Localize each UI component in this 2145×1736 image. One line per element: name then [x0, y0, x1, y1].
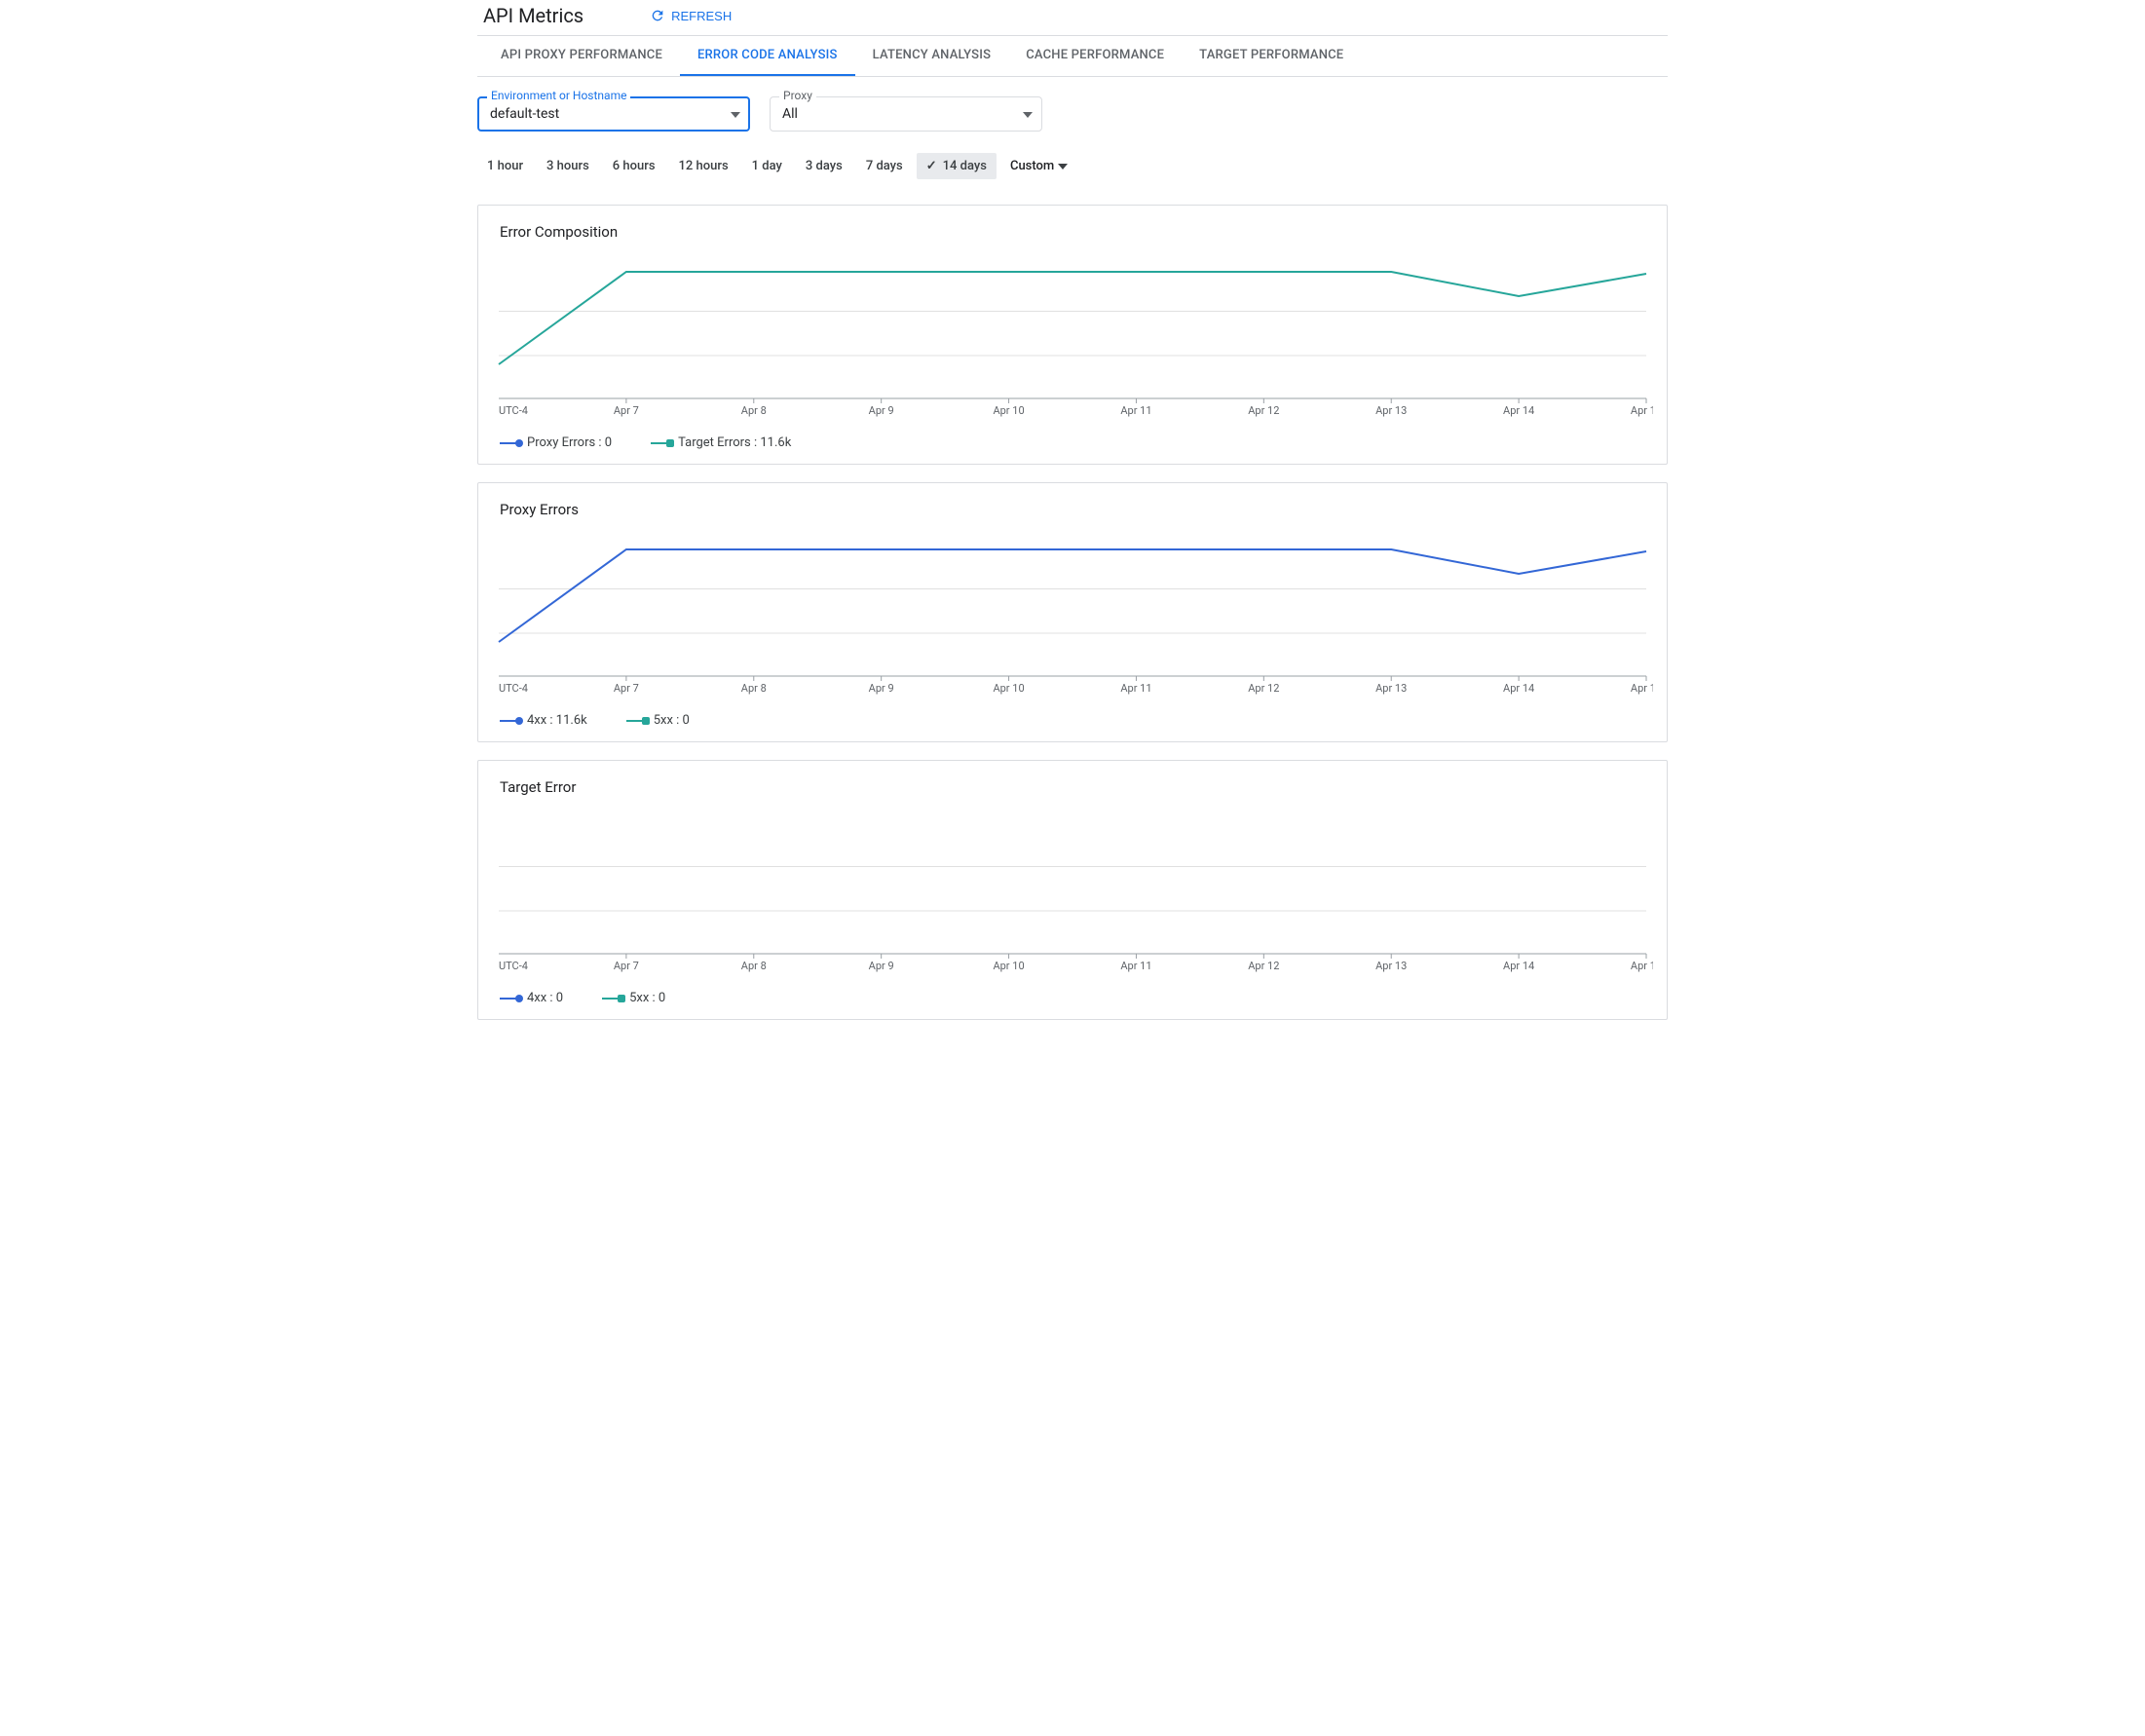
- tab-api-proxy-performance[interactable]: API PROXY PERFORMANCE: [483, 36, 680, 76]
- time-range-6h[interactable]: 6 hours: [603, 153, 665, 179]
- svg-text:Apr 8: Apr 8: [741, 682, 767, 695]
- svg-text:UTC-4: UTC-4: [499, 960, 528, 972]
- custom-label: Custom: [1010, 159, 1054, 173]
- svg-text:Apr 14: Apr 14: [1503, 404, 1534, 417]
- chart-target-error: UTC-4 Apr 7 Apr 8 Apr 9 Apr 10 Apr 11 Apr 12 Ap…: [492, 808, 1653, 983]
- svg-text:Apr 7: Apr 7: [614, 404, 639, 417]
- filter-row: Environment or Hostname default-test Pro…: [477, 77, 1668, 139]
- legend-item-4xx[interactable]: 4xx : 11.6k: [500, 713, 587, 728]
- time-range-12h[interactable]: 12 hours: [669, 153, 738, 179]
- svg-text:Apr 8: Apr 8: [741, 960, 767, 972]
- svg-text:Apr 14: Apr 14: [1503, 960, 1534, 972]
- svg-text:UTC-4: UTC-4: [499, 404, 528, 417]
- svg-text:Apr 10: Apr 10: [993, 682, 1024, 695]
- dropdown-icon: [1058, 164, 1068, 170]
- legend-item-target-errors[interactable]: Target Errors : 11.6k: [651, 435, 791, 450]
- tab-target-performance[interactable]: TARGET PERFORMANCE: [1182, 36, 1361, 76]
- time-range-3d[interactable]: 3 days: [796, 153, 852, 179]
- legend: 4xx : 0 5xx : 0: [478, 983, 1667, 1009]
- svg-text:Apr 10: Apr 10: [993, 404, 1024, 417]
- svg-text:Apr 7: Apr 7: [614, 960, 639, 972]
- svg-text:Apr 15: Apr 15: [1631, 960, 1653, 972]
- legend-item-4xx[interactable]: 4xx : 0: [500, 991, 563, 1005]
- card-title: Proxy Errors: [500, 501, 1667, 518]
- svg-text:Apr 9: Apr 9: [869, 682, 894, 695]
- time-range-1h[interactable]: 1 hour: [477, 153, 533, 179]
- svg-text:Apr 9: Apr 9: [869, 960, 894, 972]
- legend: Proxy Errors : 0 Target Errors : 11.6k: [478, 428, 1667, 454]
- legend: 4xx : 11.6k 5xx : 0: [478, 705, 1667, 732]
- refresh-icon: [650, 8, 665, 23]
- tab-error-code-analysis[interactable]: ERROR CODE ANALYSIS: [680, 36, 855, 76]
- proxy-select[interactable]: Proxy All: [770, 96, 1042, 132]
- svg-text:UTC-4: UTC-4: [499, 682, 528, 695]
- svg-text:Apr 8: Apr 8: [741, 404, 767, 417]
- svg-text:Apr 11: Apr 11: [1120, 960, 1151, 972]
- svg-text:Apr 13: Apr 13: [1375, 404, 1407, 417]
- card-target-error: Target Error UTC-4 Apr 7 Apr 8 Apr 9 Apr 10 A…: [477, 760, 1668, 1020]
- chart-proxy-errors: UTC-4 Apr 7 Apr 8 Apr 9 Apr 10 Apr 11 Apr 12 Ap…: [492, 530, 1653, 705]
- card-title: Target Error: [500, 778, 1667, 796]
- tab-latency-analysis[interactable]: LATENCY ANALYSIS: [855, 36, 1009, 76]
- time-range-bar: 1 hour 3 hours 6 hours 12 hours 1 day 3 …: [477, 139, 1668, 199]
- environment-select[interactable]: Environment or Hostname default-test: [477, 96, 750, 132]
- card-proxy-errors: Proxy Errors UTC-4 Apr 7 Apr 8 Apr 9 Apr 10 A…: [477, 482, 1668, 742]
- tab-cache-performance[interactable]: CACHE PERFORMANCE: [1008, 36, 1182, 76]
- tab-bar: API PROXY PERFORMANCE ERROR CODE ANALYSI…: [477, 35, 1668, 77]
- time-range-1d[interactable]: 1 day: [742, 153, 792, 179]
- refresh-button[interactable]: REFRESH: [642, 4, 739, 27]
- svg-text:Apr 13: Apr 13: [1375, 960, 1407, 972]
- card-error-composition: Error Composition UTC-4 Apr 7 Apr 8 Apr 9 Ap…: [477, 205, 1668, 465]
- svg-text:Apr 7: Apr 7: [614, 682, 639, 695]
- svg-text:Apr 11: Apr 11: [1120, 404, 1151, 417]
- legend-item-5xx[interactable]: 5xx : 0: [626, 713, 690, 728]
- svg-text:Apr 12: Apr 12: [1248, 404, 1279, 417]
- svg-text:Apr 13: Apr 13: [1375, 682, 1407, 695]
- svg-text:Apr 15: Apr 15: [1631, 682, 1653, 695]
- time-range-14d[interactable]: 14 days: [917, 153, 997, 179]
- time-range-3h[interactable]: 3 hours: [537, 153, 599, 179]
- refresh-label: REFRESH: [671, 9, 732, 23]
- svg-text:Apr 11: Apr 11: [1120, 682, 1151, 695]
- svg-text:Apr 14: Apr 14: [1503, 682, 1534, 695]
- legend-item-proxy-errors[interactable]: Proxy Errors : 0: [500, 435, 612, 450]
- card-title: Error Composition: [500, 223, 1667, 241]
- time-range-custom[interactable]: Custom: [1000, 153, 1077, 179]
- svg-text:Apr 9: Apr 9: [869, 404, 894, 417]
- svg-text:Apr 15: Apr 15: [1631, 404, 1653, 417]
- page-title: API Metrics: [477, 4, 583, 27]
- proxy-label: Proxy: [779, 89, 816, 102]
- legend-item-5xx[interactable]: 5xx : 0: [602, 991, 665, 1005]
- svg-text:Apr 10: Apr 10: [993, 960, 1024, 972]
- environment-value: default-test: [490, 106, 559, 122]
- environment-label: Environment or Hostname: [487, 89, 630, 102]
- time-range-7d[interactable]: 7 days: [856, 153, 913, 179]
- proxy-value: All: [782, 106, 798, 122]
- svg-text:Apr 12: Apr 12: [1248, 682, 1279, 695]
- svg-text:Apr 12: Apr 12: [1248, 960, 1279, 972]
- chart-error-composition: UTC-4 Apr 7 Apr 8 Apr 9 Apr 10 Apr 11 Apr 12 Ap…: [492, 252, 1653, 428]
